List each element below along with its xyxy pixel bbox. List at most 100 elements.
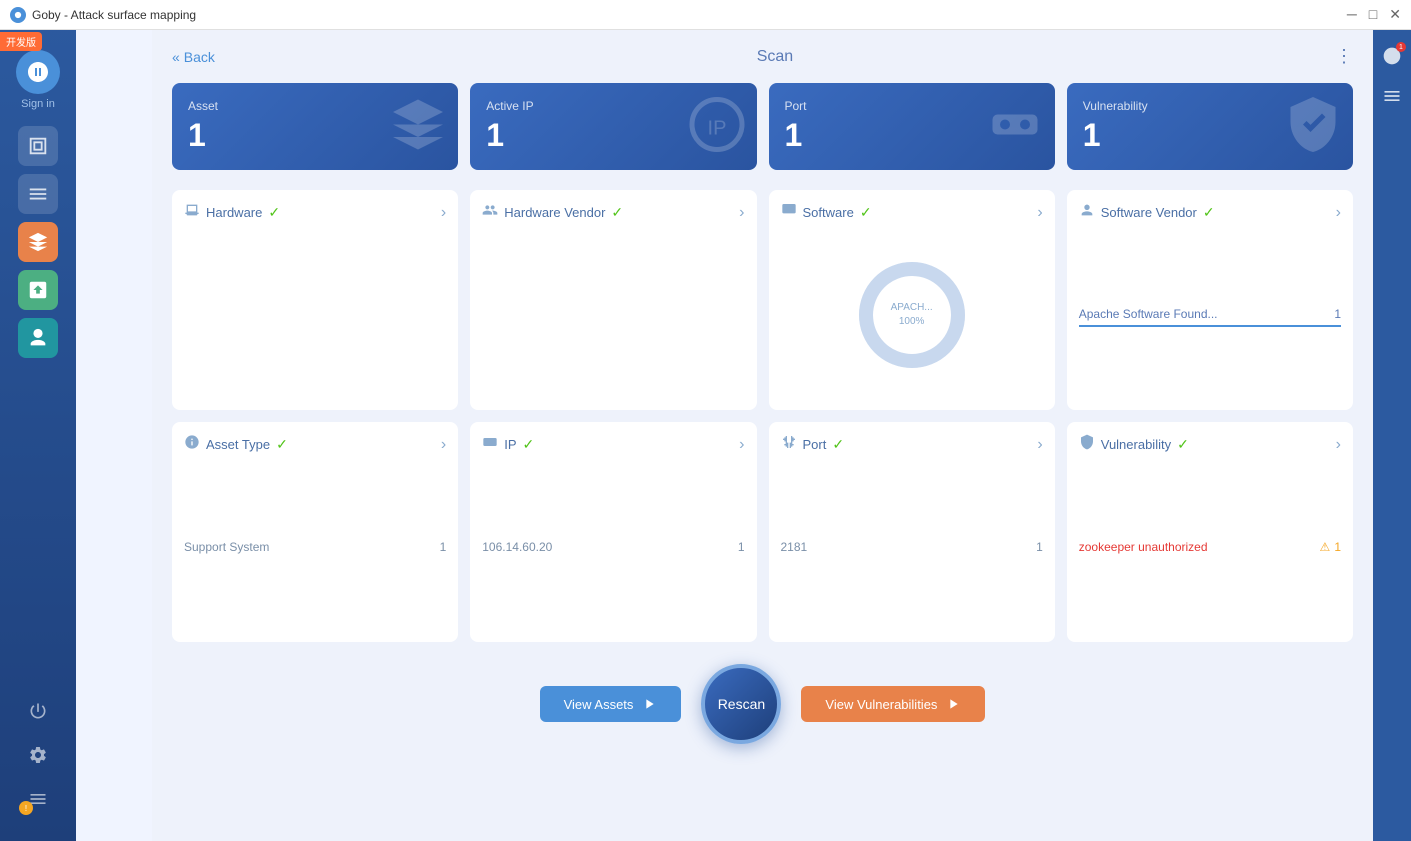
view-vulnerabilities-button[interactable]: View Vulnerabilities (801, 686, 985, 722)
sidebar-right-list-button[interactable] (1376, 80, 1408, 112)
svendor-nav[interactable]: › (1336, 204, 1341, 222)
sidebar-right-clock-button[interactable]: 1 (1376, 40, 1408, 72)
panel-software: Software ✓ › APACH... 100% (769, 190, 1055, 410)
ip-address-name: 106.14.60.20 (482, 540, 552, 554)
logo (16, 50, 60, 94)
port-panel-icon (781, 434, 797, 455)
vuln-panel-icon (1079, 434, 1095, 455)
panel-port: Port ✓ › 2181 1 (769, 422, 1055, 642)
port-nav[interactable]: › (1037, 436, 1042, 454)
warning-badge: ! (19, 801, 33, 815)
clock-badge: 1 (1396, 42, 1406, 52)
panel-assettype-header: Asset Type ✓ › (184, 434, 446, 455)
view-vuln-arrow-icon (945, 696, 961, 712)
port-number-count: 1 (1036, 540, 1043, 554)
vuln-zookeeper-name: zookeeper unauthorized (1079, 540, 1208, 554)
sidebar-item-green[interactable] (18, 270, 58, 310)
stat-port-icon (985, 94, 1045, 159)
asset-type-icon (184, 434, 200, 455)
sidebar-item-scan[interactable] (18, 126, 58, 166)
back-label: Back (184, 49, 215, 65)
panel-hvendor-body (482, 231, 744, 398)
panel-software-body: APACH... 100% (781, 231, 1043, 398)
panels-row-2: Asset Type ✓ › Support System 1 IP (172, 422, 1353, 642)
software-nav[interactable]: › (1037, 204, 1042, 222)
panel-hardware-vendor: Hardware Vendor ✓ › (470, 190, 756, 410)
stat-active-ip[interactable]: Active IP 1 IP (470, 83, 756, 170)
panel-vuln-title: Vulnerability (1101, 437, 1171, 452)
app-title: Goby - Attack surface mapping (32, 8, 196, 22)
window-controls[interactable]: ─ □ ✕ (1347, 6, 1401, 23)
view-assets-arrow-icon (641, 696, 657, 712)
panel-asset-type: Asset Type ✓ › Support System 1 (172, 422, 458, 642)
support-system-name: Support System (184, 540, 269, 554)
donut-label: APACH... 100% (891, 301, 933, 329)
ip-nav[interactable]: › (739, 436, 744, 454)
stat-ip-icon: IP (687, 94, 747, 159)
vuln-nav[interactable]: › (1336, 436, 1341, 454)
panel-vulnerability: Vulnerability ✓ › zookeeper unauthorized… (1067, 422, 1353, 642)
main-content: « Back Scan ⋮ Asset 1 Active IP 1 IP Por… (152, 30, 1373, 841)
maximize-button[interactable]: □ (1369, 6, 1377, 23)
more-button[interactable]: ⋮ (1335, 46, 1353, 67)
panel-ip-header: IP ✓ › (482, 434, 744, 455)
sidebar-right: 1 (1373, 30, 1411, 841)
vuln-item-zookeeper: zookeeper unauthorized ⚠ 1 (1079, 534, 1341, 560)
rescan-label: Rescan (718, 696, 765, 712)
dev-badge: 开发版 (0, 32, 42, 51)
panel-port-header: Port ✓ › (781, 434, 1043, 455)
close-button[interactable]: ✕ (1389, 6, 1401, 23)
vendor-apache-count: 1 (1334, 307, 1341, 321)
stat-asset[interactable]: Asset 1 (172, 83, 458, 170)
hardware-vendor-icon (482, 202, 498, 223)
hvendor-nav[interactable]: › (739, 204, 744, 222)
sidebar-item-orange[interactable] (18, 222, 58, 262)
header: « Back Scan ⋮ (172, 46, 1353, 67)
panel-assettype-title: Asset Type (206, 437, 270, 452)
donut-label-name: APACH... (891, 301, 933, 315)
port-number-name: 2181 (781, 540, 808, 554)
back-button[interactable]: « Back (172, 49, 215, 65)
stats-row: Asset 1 Active IP 1 IP Port 1 Vulnerabil… (172, 83, 1353, 170)
panel-hvendor-header: Hardware Vendor ✓ › (482, 202, 744, 223)
panel-hardware-header: Hardware ✓ › (184, 202, 446, 223)
hardware-check: ✓ (268, 204, 280, 221)
panel-ip: IP ✓ › 106.14.60.20 1 (470, 422, 756, 642)
minimize-button[interactable]: ─ (1347, 6, 1357, 23)
assettype-nav[interactable]: › (441, 436, 446, 454)
panel-hvendor-title: Hardware Vendor (504, 205, 605, 220)
sidebar-item-list[interactable] (18, 174, 58, 214)
sidebar-settings-button[interactable] (20, 737, 56, 773)
titlebar: Goby - Attack surface mapping ─ □ ✕ (0, 0, 1411, 30)
vendor-item-apache: Apache Software Found... 1 (1079, 303, 1341, 327)
ip-panel-icon (482, 434, 498, 455)
rescan-button[interactable]: Rescan (701, 664, 781, 744)
panel-svendor-header: Software Vendor ✓ › (1079, 202, 1341, 223)
bottom-bar: View Assets Rescan View Vulnerabilities (172, 654, 1353, 754)
panel-port-title: Port (803, 437, 827, 452)
sidebar-item-teal[interactable] (18, 318, 58, 358)
panel-hardware-title: Hardware (206, 205, 262, 220)
sidebar-power-button[interactable] (20, 693, 56, 729)
support-system-count: 1 (440, 540, 447, 554)
hvendor-check: ✓ (611, 204, 623, 221)
sidebar-left: 开发版 Sign in ! (0, 0, 76, 841)
hardware-nav[interactable]: › (441, 204, 446, 222)
panel-port-body: 2181 1 (781, 463, 1043, 630)
ip-address-count: 1 (738, 540, 745, 554)
software-icon (781, 202, 797, 223)
stat-vuln-icon (1283, 94, 1343, 159)
panel-svendor-title: Software Vendor (1101, 205, 1197, 220)
panel-hardware: Hardware ✓ › (172, 190, 458, 410)
software-vendor-icon (1079, 202, 1095, 223)
donut-label-pct: 100% (891, 315, 933, 329)
panel-software-vendor: Software Vendor ✓ › Apache Software Foun… (1067, 190, 1353, 410)
view-assets-button[interactable]: View Assets (540, 686, 682, 722)
vuln-zookeeper-count: 1 (1334, 540, 1341, 554)
sign-in-label[interactable]: Sign in (21, 98, 55, 110)
stat-port[interactable]: Port 1 (769, 83, 1055, 170)
svendor-check: ✓ (1203, 204, 1215, 221)
list-item-support: Support System 1 (184, 534, 446, 560)
app-icon (10, 7, 26, 23)
stat-vulnerability[interactable]: Vulnerability 1 (1067, 83, 1353, 170)
